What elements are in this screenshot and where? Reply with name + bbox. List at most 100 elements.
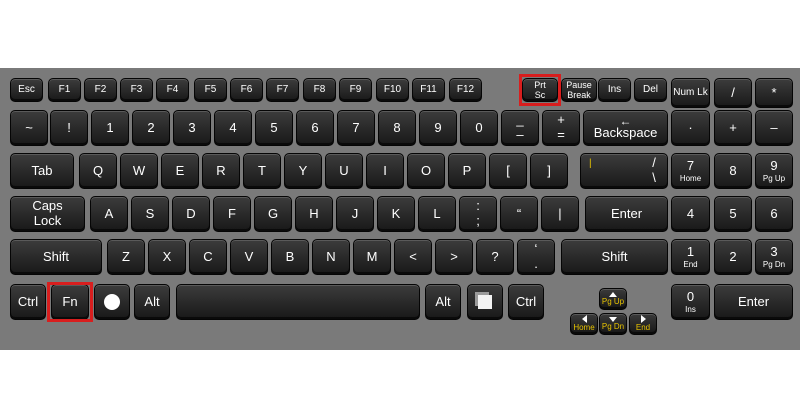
key-e[interactable]: E <box>161 153 199 189</box>
key-esc[interactable]: Esc <box>10 78 43 102</box>
key-4[interactable]: 4 <box>214 110 252 146</box>
key-0[interactable]: 0 <box>460 110 498 146</box>
key-f[interactable]: F <box>213 196 251 232</box>
key-fn[interactable]: Fn <box>51 284 89 320</box>
key-i[interactable]: I <box>366 153 404 189</box>
key-f11[interactable]: F11 <box>412 78 445 102</box>
key-ins[interactable]: Ins <box>598 78 631 102</box>
key-num-4[interactable]: 4 <box>671 196 710 232</box>
key-right-shift[interactable]: Shift <box>561 239 668 275</box>
key-b[interactable]: B <box>271 239 309 275</box>
key-exclamation[interactable]: ! <box>50 110 88 146</box>
key-prtsc[interactable]: Prt Sc <box>522 78 558 102</box>
key-apostrophe[interactable]: | <box>541 196 579 232</box>
key-os-logo[interactable] <box>94 284 130 320</box>
key-f12[interactable]: F12 <box>449 78 482 102</box>
key-r[interactable]: R <box>202 153 240 189</box>
key-del[interactable]: Del <box>634 78 667 102</box>
key-q[interactable]: Q <box>79 153 117 189</box>
key-f4[interactable]: F4 <box>156 78 189 102</box>
key-f7[interactable]: F7 <box>266 78 299 102</box>
key-num-7[interactable]: 7 Home <box>671 153 710 189</box>
key-k[interactable]: K <box>377 196 415 232</box>
key-n[interactable]: N <box>312 239 350 275</box>
key-num-2[interactable]: 2 <box>714 239 752 275</box>
key-pause-break[interactable]: Pause Break <box>561 78 597 102</box>
key-num-1[interactable]: 1 End <box>671 239 710 275</box>
key-arrow-left[interactable]: Home <box>570 313 598 335</box>
key-tilde[interactable]: ~ <box>10 110 48 146</box>
key-left-ctrl[interactable]: Ctrl <box>10 284 46 320</box>
key-x[interactable]: X <box>148 239 186 275</box>
key-minus[interactable]: _ – <box>501 110 539 146</box>
key-semicolon[interactable]: :; <box>459 196 497 232</box>
key-u[interactable]: U <box>325 153 363 189</box>
key-8[interactable]: 8 <box>378 110 416 146</box>
key-m[interactable]: M <box>353 239 391 275</box>
key-h[interactable]: H <box>295 196 333 232</box>
key-f2[interactable]: F2 <box>84 78 117 102</box>
key-f1[interactable]: F1 <box>48 78 81 102</box>
key-left-alt[interactable]: Alt <box>134 284 170 320</box>
key-num-multiply[interactable]: * <box>755 78 793 108</box>
key-9[interactable]: 9 <box>419 110 457 146</box>
key-num-minus[interactable]: – <box>755 110 793 146</box>
key-f8[interactable]: F8 <box>303 78 336 102</box>
key-backtick[interactable]: ‘. <box>517 239 555 275</box>
key-f6[interactable]: F6 <box>230 78 263 102</box>
key-num-8[interactable]: 8 <box>714 153 752 189</box>
key-z[interactable]: Z <box>107 239 145 275</box>
key-comma[interactable]: < <box>394 239 432 275</box>
key-backslash[interactable]: | / \ <box>580 153 668 189</box>
key-right-ctrl[interactable]: Ctrl <box>508 284 544 320</box>
key-a[interactable]: A <box>90 196 128 232</box>
key-c[interactable]: C <box>189 239 227 275</box>
key-t[interactable]: T <box>243 153 281 189</box>
key-num-enter[interactable]: Enter <box>714 284 793 320</box>
key-num-0[interactable]: 0 Ins <box>671 284 710 320</box>
key-right-bracket[interactable]: ] <box>530 153 568 189</box>
key-7[interactable]: 7 <box>337 110 375 146</box>
key-quote[interactable]: “ <box>500 196 538 232</box>
key-y[interactable]: Y <box>284 153 322 189</box>
key-menu[interactable] <box>467 284 503 320</box>
key-arrow-down[interactable]: Pg Dn <box>599 313 627 335</box>
key-left-bracket[interactable]: [ <box>489 153 527 189</box>
key-2[interactable]: 2 <box>132 110 170 146</box>
key-num-6[interactable]: 6 <box>755 196 793 232</box>
key-enter[interactable]: Enter <box>585 196 668 232</box>
key-num-3[interactable]: 3 Pg Dn <box>755 239 793 275</box>
key-f3[interactable]: F3 <box>120 78 153 102</box>
key-right-alt[interactable]: Alt <box>425 284 461 320</box>
key-caps-lock[interactable]: Caps Lock <box>10 196 85 232</box>
key-num-5[interactable]: 5 <box>714 196 752 232</box>
key-arrow-right[interactable]: End <box>629 313 657 335</box>
key-slash[interactable]: ? <box>476 239 514 275</box>
key-w[interactable]: W <box>120 153 158 189</box>
key-backspace[interactable]: ← Backspace <box>583 110 668 146</box>
key-space[interactable] <box>176 284 420 320</box>
key-v[interactable]: V <box>230 239 268 275</box>
key-g[interactable]: G <box>254 196 292 232</box>
key-num-lock[interactable]: Num Lk <box>671 78 710 108</box>
key-6[interactable]: 6 <box>296 110 334 146</box>
key-f10[interactable]: F10 <box>376 78 409 102</box>
key-tab[interactable]: Tab <box>10 153 74 189</box>
key-f9[interactable]: F9 <box>339 78 372 102</box>
key-f5[interactable]: F5 <box>194 78 227 102</box>
key-o[interactable]: O <box>407 153 445 189</box>
key-p[interactable]: P <box>448 153 486 189</box>
key-num-dot[interactable]: · <box>671 110 710 146</box>
key-num-divide[interactable]: / <box>714 78 752 108</box>
key-arrow-up[interactable]: Pg Up <box>599 288 627 310</box>
key-d[interactable]: D <box>172 196 210 232</box>
key-5[interactable]: 5 <box>255 110 293 146</box>
key-l[interactable]: L <box>418 196 456 232</box>
key-num-plus[interactable]: + <box>714 110 752 146</box>
key-num-9[interactable]: 9 Pg Up <box>755 153 793 189</box>
key-equals[interactable]: + = <box>542 110 580 146</box>
key-3[interactable]: 3 <box>173 110 211 146</box>
key-period[interactable]: > <box>435 239 473 275</box>
key-j[interactable]: J <box>336 196 374 232</box>
key-1[interactable]: 1 <box>91 110 129 146</box>
